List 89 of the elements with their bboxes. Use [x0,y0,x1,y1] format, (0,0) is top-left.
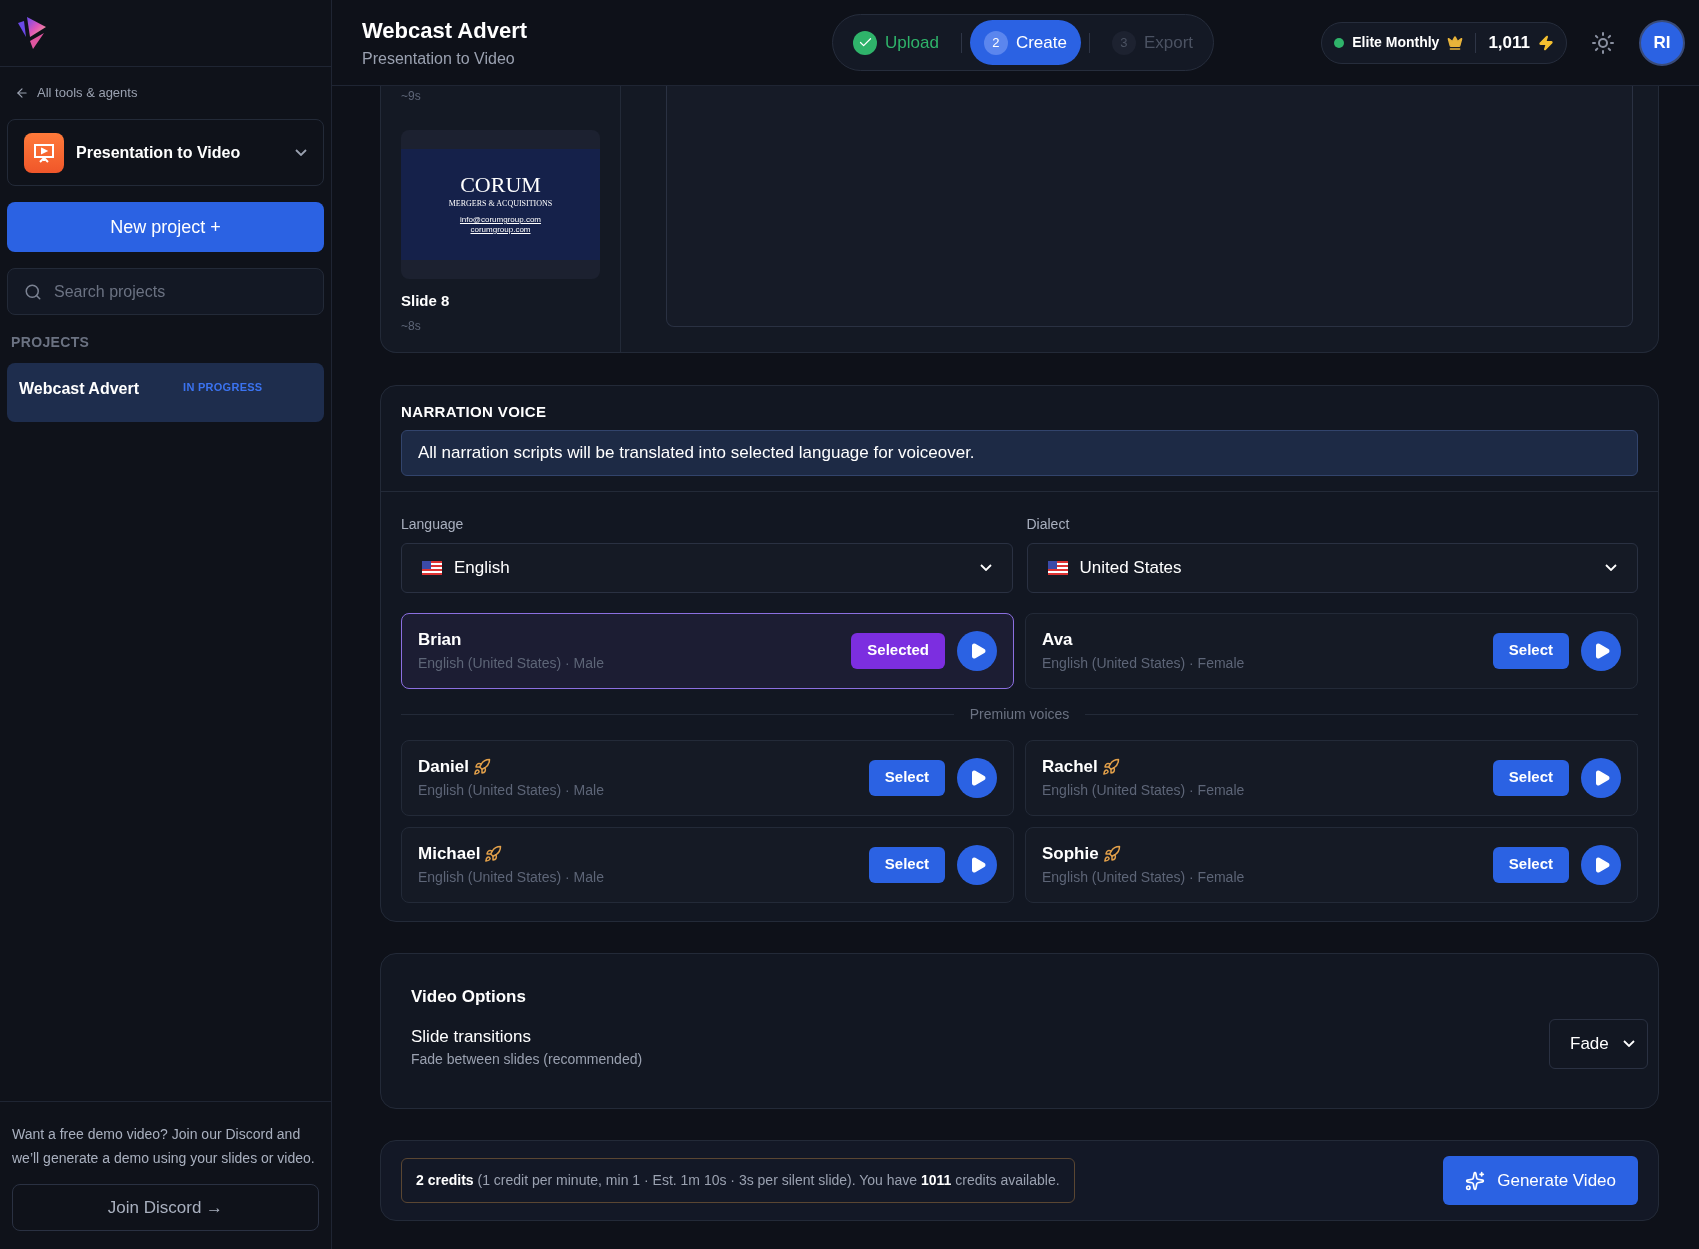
chevron-icon [1623,1040,1635,1048]
new-project-button[interactable]: New project + [7,202,324,252]
flag-icon [1047,560,1068,575]
credit-count: 1,011 [1488,31,1530,54]
play-button[interactable] [957,844,997,885]
slide-link-text: info@corumgroup.com [459,215,541,225]
project-subtitle: Presentation to Video [362,49,516,69]
field-label: Dialect [1026,514,1071,534]
select-button[interactable]: Select [868,846,945,883]
voice-name: Ava [1042,629,1073,652]
slide-tagline: MERGERS & ACQUISITIONS [448,198,553,210]
select-button[interactable]: Select [1492,759,1569,796]
voice-name: Michael [418,843,481,866]
select-button[interactable]: Select [1492,632,1569,669]
transition-dropdown[interactable]: Fade [1549,1018,1648,1069]
divider-label: Premium voices [969,704,1070,724]
voice-details: English (United States) · Female [1042,653,1246,673]
project-title: Webcast Advert [362,17,529,45]
slide-title: Slide 8 [401,291,451,311]
crown-icon [1447,34,1464,51]
setting-description: Fade between slides (recommended) [411,1050,644,1069]
step-tab[interactable]: 2 Create [969,20,1081,65]
voice-name: Daniel [418,756,470,779]
play-icon [969,768,987,787]
chevron-icon [1605,564,1617,571]
search-input[interactable]: Search projects [54,279,307,304]
slide-duration: ~8s [401,317,422,335]
presentation-icon [24,132,64,173]
select-button[interactable]: Select [868,759,945,796]
voice-card[interactable]: Rachel English (United States) · Female Select [1025,739,1638,816]
plan-badge[interactable]: Elite Monthly 1,011 [1321,21,1567,64]
play-button[interactable] [957,630,997,671]
voice-details: English (United States) · Male [418,867,605,887]
play-button[interactable] [1581,630,1621,671]
step-tab[interactable]: Upload [839,20,953,65]
info-banner: All narration scripts will be translated into selected language for voiceover. [401,429,1638,476]
voice-details: English (United States) · Female [1042,867,1246,887]
field-label: Language [401,514,465,534]
section-heading: PROJECTS [10,333,91,352]
dropdown[interactable]: United States [1026,542,1638,593]
play-icon [1593,641,1611,660]
generate-video-button[interactable]: Generate Video [1443,1156,1638,1205]
section-heading: NARRATION VOICE [401,402,548,422]
chevron-icon [295,149,307,156]
sparkles-icon [1465,1170,1486,1191]
tool-selector[interactable]: Presentation to Video [7,119,324,186]
voice-card[interactable]: Ava English (United States) · Female Select [1025,612,1638,689]
play-button[interactable] [1581,844,1621,885]
slide-logo-text: CORUM [460,174,541,196]
setting-label: Slide transitions [411,1025,532,1048]
slide-duration: ~9s [401,88,422,105]
logo-icon [16,15,48,51]
play-icon [1593,855,1611,874]
voice-card[interactable]: Daniel English (United States) · Male Select [401,739,1014,816]
search-field[interactable]: Search projects [7,268,324,315]
voice-name: Sophie [1042,843,1099,866]
back-link[interactable]: All tools & agents [7,83,324,103]
voice-name: Rachel [1042,756,1098,779]
voice-card[interactable]: Michael English (United States) · Male Select [401,826,1014,903]
lightning-icon [1538,34,1554,51]
theme-toggle-icon[interactable] [1591,30,1615,55]
voice-details: English (United States) · Male [418,780,605,800]
voice-card[interactable]: Sophie English (United States) · Female Select [1025,826,1638,903]
check-icon [853,30,877,55]
voice-card[interactable]: Brian English (United States) · Male Selected [401,612,1014,689]
play-icon [969,855,987,874]
chevron-icon [979,564,992,571]
dropdown[interactable]: English [401,542,1013,593]
join-discord-button[interactable]: Join Discord → [12,1184,319,1231]
selected-button[interactable]: Selected [851,632,945,669]
play-button[interactable] [957,757,997,798]
project-item[interactable]: Webcast Advert IN PROGRESS [7,363,324,422]
flag-icon [422,560,442,575]
step-number: 2 [983,30,1008,55]
play-button[interactable] [1581,757,1621,798]
play-icon [969,641,987,660]
status-label: IN PROGRESS [183,380,263,395]
play-icon [1593,768,1611,787]
search-icon [24,282,42,301]
voice-name: Brian [418,629,462,652]
select-button[interactable]: Select [1492,846,1569,883]
section-heading: Video Options [411,986,527,1008]
slide-thumbnail[interactable]: CORUM MERGERS & ACQUISITIONS info@corumgroup.com corumgroup.com [401,130,600,279]
user-avatar[interactable]: RI [1639,19,1685,66]
voice-details: English (United States) · Male [418,653,605,673]
voice-details: English (United States) · Female [1042,780,1246,800]
slide-link-text: corumgroup.com [470,225,531,235]
credit-summary: 2 credits (1 credit per minute, min 1 · Est. 1m 10s · 3s per silent slide). You have 1011 credits available. [401,1158,1075,1203]
promo-text: Want a free demo video? Join our Discord and we’ll generate a demo using your slides or video. [12,1125,316,1168]
